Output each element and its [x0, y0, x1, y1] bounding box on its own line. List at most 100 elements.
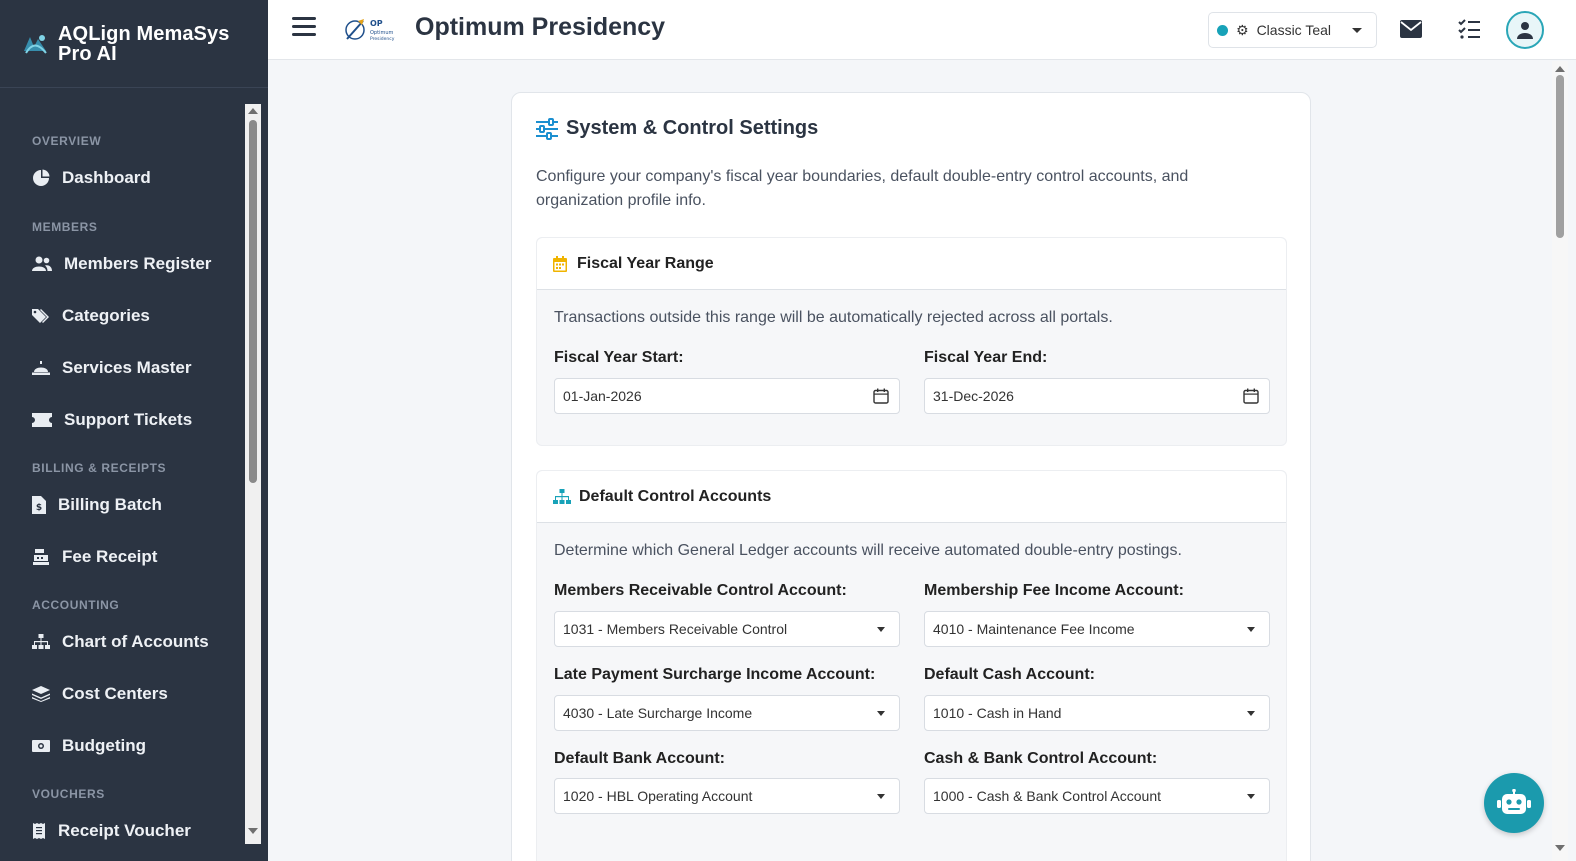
- sidebar-item-cost-centers[interactable]: Cost Centers: [0, 676, 244, 712]
- sidebar-item-receipt-voucher[interactable]: Receipt Voucher: [0, 813, 244, 844]
- card-title: System & Control Settings: [536, 117, 818, 140]
- members-receivable-select[interactable]: 1031 - Members Receivable Control: [554, 611, 900, 647]
- control-accounts-note: Determine which General Ledger accounts …: [554, 542, 1182, 559]
- chevron-down-icon: [1352, 28, 1362, 33]
- sidebar-item-label: Categories: [62, 306, 150, 325]
- fiscal-year-note: Transactions outside this range will be …: [554, 309, 1113, 326]
- section-overview: OVERVIEW: [32, 134, 102, 148]
- user-icon: [1517, 22, 1533, 39]
- card-title-text: System & Control Settings: [566, 117, 819, 139]
- sidebar-item-budgeting[interactable]: Budgeting: [0, 728, 244, 764]
- sidebar-nav: OVERVIEW Dashboard MEMBERS Members Regis…: [0, 104, 260, 844]
- ai-assistant-button[interactable]: [1484, 773, 1544, 833]
- fiscal-year-title: Fiscal Year Range: [577, 254, 714, 272]
- sidebar-item-dashboard[interactable]: Dashboard: [0, 160, 244, 196]
- sidebar-item-categories[interactable]: Categories: [0, 298, 244, 334]
- theme-select-value: Classic Teal: [1256, 22, 1331, 38]
- settings-card: System & Control Settings Configure your…: [511, 92, 1311, 861]
- users-icon: [32, 255, 52, 273]
- sidebar-item-label: Receipt Voucher: [58, 821, 191, 840]
- calendar-picker-icon[interactable]: [873, 388, 889, 404]
- card-description: Configure your company's fiscal year bou…: [536, 168, 1189, 209]
- cash-bank-control-label: Cash & Bank Control Account:: [924, 750, 1158, 767]
- calendar-icon: [553, 255, 569, 272]
- sidebar-item-label: Billing Batch: [58, 495, 162, 514]
- default-cash-value: 1010 - Cash in Hand: [933, 705, 1062, 721]
- sidebar-item-label: Budgeting: [62, 736, 147, 755]
- sidebar-item-billing-batch[interactable]: $ Billing Batch: [0, 487, 244, 523]
- late-surcharge-value: 4030 - Late Surcharge Income: [563, 705, 753, 721]
- brand[interactable]: AQLign MemaSys Pro AI: [0, 0, 268, 88]
- topbar: OP Optimum Presidency Optimum Presidency…: [268, 0, 1576, 60]
- sidebar-scroll-up-icon[interactable]: [248, 108, 258, 114]
- default-bank-select[interactable]: 1020 - HBL Operating Account: [554, 778, 900, 814]
- sitemap-icon: [32, 633, 50, 651]
- late-surcharge-label: Late Payment Surcharge Income Account:: [554, 666, 876, 683]
- svg-text:OP: OP: [370, 19, 383, 28]
- chevron-down-icon: [877, 627, 885, 632]
- default-cash-select[interactable]: 1010 - Cash in Hand: [924, 695, 1270, 731]
- theme-color-dot: [1217, 24, 1228, 36]
- fiscal-year-start-value: 01-Jan-2026: [563, 388, 642, 404]
- membership-fee-income-select[interactable]: 4010 - Maintenance Fee Income: [924, 611, 1270, 647]
- svg-text:$: $: [36, 503, 42, 513]
- fiscal-year-end-label: Fiscal Year End:: [924, 349, 1048, 366]
- members-receivable-value: 1031 - Members Receivable Control: [563, 621, 788, 637]
- sidebar-scroll-down-icon[interactable]: [248, 828, 258, 834]
- sidebar-item-label: Support Tickets: [64, 410, 193, 429]
- cash-register-icon: [32, 548, 50, 566]
- main-scrollbar-thumb[interactable]: [1556, 75, 1564, 238]
- sidebar-item-label: Members Register: [64, 254, 212, 273]
- user-avatar[interactable]: [1506, 11, 1544, 49]
- bell-concierge-icon: [32, 359, 50, 377]
- receipt-icon: [32, 822, 46, 840]
- membership-fee-income-label: Membership Fee Income Account:: [924, 582, 1184, 599]
- control-accounts-title: Default Control Accounts: [579, 487, 772, 505]
- page-title: Optimum Presidency: [415, 13, 666, 41]
- sidebar-item-label: Fee Receipt: [62, 547, 158, 566]
- calendar-picker-icon[interactable]: [1243, 388, 1259, 404]
- sidebar-item-fee-receipt[interactable]: Fee Receipt: [0, 539, 244, 575]
- members-receivable-label: Members Receivable Control Account:: [554, 582, 847, 599]
- brand-logo-icon: [24, 34, 47, 54]
- default-bank-value: 1020 - HBL Operating Account: [563, 788, 753, 804]
- section-accounting: ACCOUNTING: [32, 598, 120, 612]
- mail-icon[interactable]: [1400, 20, 1422, 38]
- svg-text:Optimum: Optimum: [370, 30, 393, 36]
- sidebar-item-label: Dashboard: [62, 168, 151, 187]
- tasks-icon[interactable]: [1458, 19, 1480, 39]
- main-scroll-up-icon[interactable]: [1555, 66, 1565, 72]
- late-surcharge-select[interactable]: 4030 - Late Surcharge Income: [554, 695, 900, 731]
- brand-name: AQLign MemaSys Pro AI: [58, 22, 230, 65]
- section-members: MEMBERS: [32, 220, 98, 234]
- menu-toggle-icon[interactable]: [292, 17, 316, 39]
- fiscal-year-start-field[interactable]: 01-Jan-2026: [554, 378, 900, 414]
- tags-icon: [32, 307, 50, 325]
- sidebar-scrollbar-thumb[interactable]: [249, 120, 257, 483]
- sliders-icon: [536, 117, 558, 140]
- sidebar-item-services-master[interactable]: Services Master: [0, 350, 244, 386]
- file-invoice-icon: $: [32, 496, 46, 514]
- section-billing-receipts: BILLING & RECEIPTS: [32, 461, 167, 475]
- control-accounts-panel: Default Control Accounts Determine which…: [536, 470, 1287, 861]
- sidebar-item-chart-of-accounts[interactable]: Chart of Accounts: [0, 624, 244, 660]
- default-bank-label: Default Bank Account:: [554, 750, 725, 767]
- ticket-icon: [32, 411, 52, 429]
- sidebar-item-label: Chart of Accounts: [62, 632, 209, 651]
- cash-bank-control-select[interactable]: 1000 - Cash & Bank Control Account: [924, 778, 1270, 814]
- control-accounts-panel-header: Default Control Accounts: [537, 471, 1286, 523]
- svg-text:Presidency: Presidency: [370, 36, 395, 42]
- sidebar-item-support-tickets[interactable]: Support Tickets: [0, 402, 244, 438]
- chevron-down-icon: [877, 794, 885, 799]
- company-logo-icon: OP Optimum Presidency: [345, 19, 395, 42]
- chevron-down-icon: [1247, 711, 1255, 716]
- fiscal-year-start-label: Fiscal Year Start:: [554, 349, 684, 366]
- chevron-down-icon: [1247, 794, 1255, 799]
- main-scroll-down-icon[interactable]: [1555, 845, 1565, 851]
- section-vouchers: VOUCHERS: [32, 787, 105, 801]
- fiscal-year-end-field[interactable]: 31-Dec-2026: [924, 378, 1270, 414]
- theme-select[interactable]: ⚙ Classic Teal: [1208, 12, 1377, 48]
- sidebar-item-members-register[interactable]: Members Register: [0, 246, 244, 282]
- fiscal-year-end-value: 31-Dec-2026: [933, 388, 1014, 404]
- gear-icon: ⚙: [1236, 21, 1249, 38]
